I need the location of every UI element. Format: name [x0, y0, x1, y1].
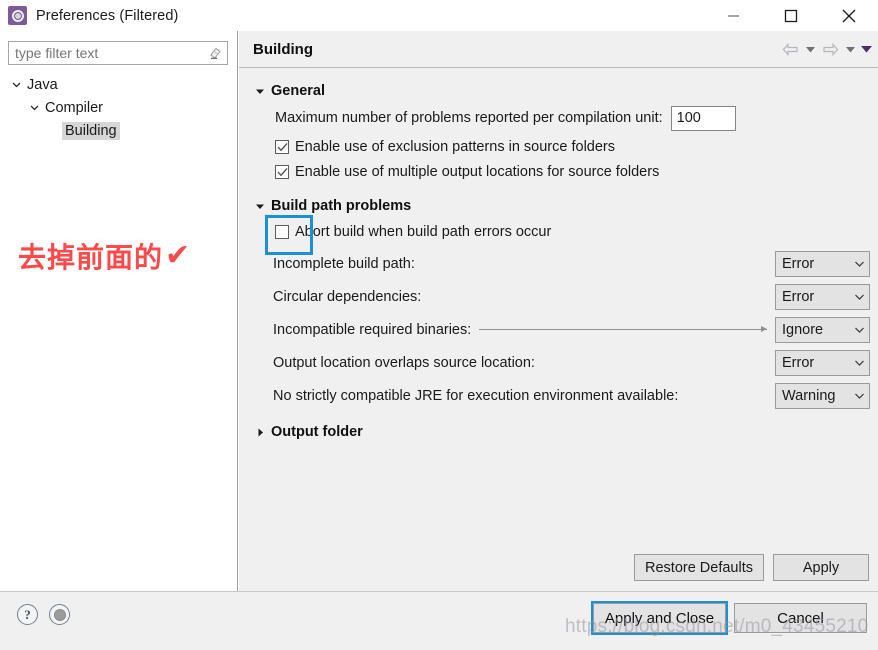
incompatible-binaries-row: Incompatible required binaries: Ignore	[239, 313, 878, 346]
chevron-down-icon[interactable]	[8, 77, 24, 93]
chevron-down-icon[interactable]	[26, 100, 42, 116]
leader-line	[543, 362, 767, 363]
exclusion-patterns-label: Enable use of exclusion patterns in sour…	[295, 138, 615, 155]
multiple-output-label: Enable use of multiple output locations …	[295, 163, 660, 180]
triangle-down-icon	[253, 199, 267, 213]
annotation-remove-checkmark: 去掉前面的 ✔	[18, 236, 191, 276]
multiple-output-checkbox[interactable]	[275, 164, 289, 179]
abort-build-focus-highlight	[265, 215, 313, 255]
back-history-chevron-down-icon[interactable]	[803, 37, 817, 61]
restore-defaults-button[interactable]: Restore Defaults	[634, 554, 764, 581]
sidebar-item-java[interactable]: Java	[0, 73, 238, 96]
max-problems-label: Maximum number of problems reported per …	[275, 110, 663, 126]
sidebar-item-label: Java	[27, 76, 58, 93]
section-header-build-path-problems[interactable]: Build path problems	[239, 195, 878, 217]
incompatible-binaries-label: Incompatible required binaries:	[273, 321, 472, 338]
no-compatible-jre-label: No strictly compatible JRE for execution…	[273, 387, 679, 404]
select-value: Error	[782, 354, 815, 371]
help-icon[interactable]: ?	[17, 604, 38, 625]
select-value: Warning	[782, 387, 836, 404]
apply-button-bar: Restore Defaults Apply	[634, 554, 869, 581]
incompatible-binaries-select[interactable]: Ignore	[775, 316, 870, 343]
chevron-down-icon	[849, 392, 869, 400]
circular-dependencies-label: Circular dependencies:	[273, 288, 422, 305]
leader-line	[479, 326, 767, 332]
chevron-down-icon	[849, 293, 869, 301]
output-overlaps-source-select[interactable]: Error	[775, 349, 870, 376]
search-input[interactable]	[9, 43, 195, 63]
filter-box[interactable]	[8, 41, 228, 65]
eraser-icon[interactable]	[208, 46, 222, 60]
preferences-tree-pane: Java Compiler Building 去掉前面的 ✔	[0, 31, 238, 591]
help-icon-glyph: ?	[24, 606, 31, 622]
output-overlaps-source-label: Output location overlaps source location…	[273, 354, 535, 371]
select-value: Ignore	[782, 321, 824, 338]
triangle-right-icon	[253, 425, 267, 439]
page-title: Building	[253, 40, 313, 58]
output-overlaps-source-row: Output location overlaps source location…	[239, 346, 878, 379]
back-arrow-icon[interactable]	[779, 37, 801, 61]
chevron-down-icon	[849, 359, 869, 367]
footer-button-group: Apply and Close Cancel	[593, 603, 867, 633]
import-export-icon[interactable]	[49, 604, 70, 625]
maximize-button[interactable]	[762, 0, 820, 31]
select-value: Error	[782, 255, 815, 272]
sidebar-item-compiler[interactable]: Compiler	[0, 96, 238, 119]
title-bar: Preferences (Filtered)	[0, 0, 878, 31]
exclusion-patterns-row[interactable]: Enable use of exclusion patterns in sour…	[239, 134, 878, 159]
view-menu-chevron-down-icon[interactable]	[859, 37, 873, 61]
close-button[interactable]	[820, 0, 878, 31]
section-title: General	[271, 83, 325, 99]
incomplete-build-path-select[interactable]: Error	[775, 250, 870, 277]
settings-pane: Building General Maximum number of probl…	[239, 31, 878, 591]
forward-arrow-icon[interactable]	[819, 37, 841, 61]
sidebar-item-building[interactable]: Building	[0, 119, 238, 142]
incomplete-build-path-row: Incomplete build path: Error	[239, 247, 878, 280]
settings-content: General Maximum number of problems repor…	[239, 69, 878, 590]
multiple-output-row[interactable]: Enable use of multiple output locations …	[239, 159, 878, 184]
abort-build-label: Abort build when build path errors occur	[295, 224, 552, 240]
abort-build-checkbox[interactable]	[275, 225, 289, 239]
dialog-body: Java Compiler Building 去掉前面的 ✔	[0, 31, 878, 591]
circular-dependencies-select[interactable]: Error	[775, 283, 870, 310]
minimize-button[interactable]	[704, 0, 762, 31]
navigation-toolbar	[779, 37, 873, 61]
no-compatible-jre-select[interactable]: Warning	[775, 382, 870, 409]
preferences-tree: Java Compiler Building	[0, 73, 238, 142]
leader-line	[429, 296, 767, 297]
annotation-text: 去掉前面的	[18, 241, 164, 274]
section-header-output-folder[interactable]: Output folder	[239, 421, 878, 443]
forward-history-chevron-down-icon[interactable]	[843, 37, 857, 61]
exclusion-patterns-checkbox[interactable]	[275, 139, 289, 154]
select-value: Error	[782, 288, 815, 305]
max-problems-row: Maximum number of problems reported per …	[239, 102, 878, 134]
max-problems-input[interactable]	[670, 105, 736, 131]
window-title: Preferences (Filtered)	[36, 7, 179, 24]
abort-build-row[interactable]: Abort build when build path errors occur	[239, 215, 878, 255]
preferences-dialog: Preferences (Filtered) type filter text …	[0, 0, 878, 650]
chevron-down-icon	[849, 260, 869, 268]
leader-line	[686, 395, 767, 396]
no-compatible-jre-row: No strictly compatible JRE for execution…	[239, 379, 878, 412]
triangle-down-icon	[253, 84, 267, 98]
cancel-button[interactable]: Cancel	[734, 603, 867, 633]
sidebar-item-label: Compiler	[45, 99, 104, 116]
section-title: Output folder	[271, 424, 363, 440]
incomplete-build-path-label: Incomplete build path:	[273, 255, 415, 272]
section-header-general[interactable]: General	[239, 80, 878, 102]
footer-icon-group: ?	[17, 604, 70, 625]
section-title: Build path problems	[271, 198, 412, 214]
checkmark-icon: ✔	[165, 238, 192, 273]
window-controls	[704, 0, 878, 31]
apply-button[interactable]: Apply	[773, 554, 869, 581]
chevron-down-icon	[849, 326, 869, 334]
preferences-gear-icon	[8, 6, 27, 25]
apply-and-close-button[interactable]: Apply and Close	[593, 603, 726, 633]
circular-dependencies-row: Circular dependencies: Error	[239, 280, 878, 313]
settings-header: Building	[239, 31, 878, 68]
leader-line	[423, 263, 767, 264]
dialog-footer: ? Apply and Close Cancel	[0, 591, 878, 650]
sidebar-item-label: Building	[62, 121, 120, 140]
